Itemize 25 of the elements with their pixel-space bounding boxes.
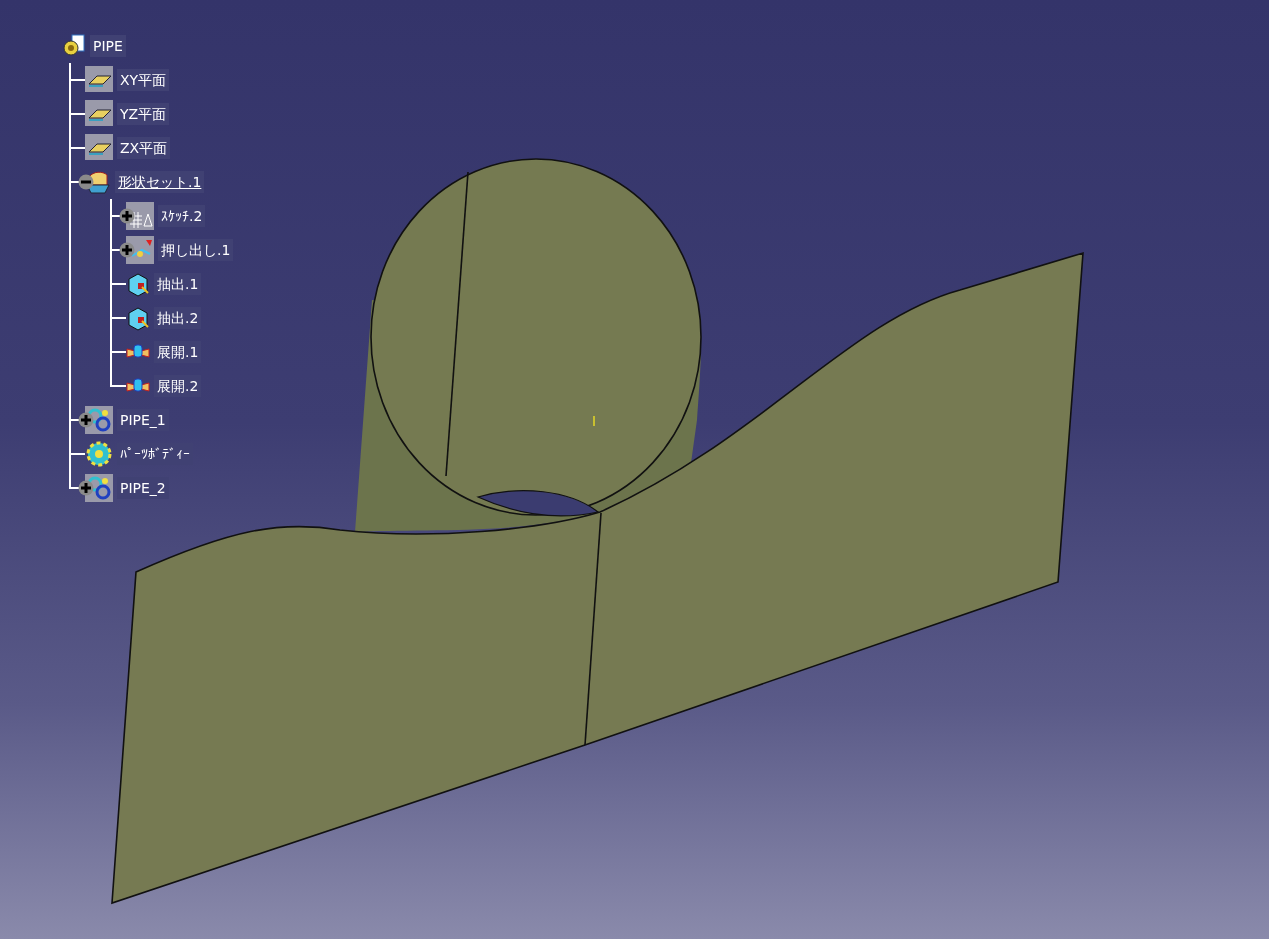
tree-item[interactable]: ZX平面: [117, 137, 171, 159]
tree-item[interactable]: 抽出.1: [154, 273, 202, 295]
cube-icon: [126, 305, 150, 331]
tree-item[interactable]: XY平面: [117, 69, 170, 91]
expand-icon[interactable]: [78, 480, 94, 496]
expand-icon[interactable]: [119, 208, 135, 224]
tree-item[interactable]: 展開.1: [154, 341, 202, 363]
tree-item[interactable]: 抽出.2: [154, 307, 202, 329]
tree-item[interactable]: PIPE_2: [117, 477, 169, 499]
expand-icon[interactable]: [119, 242, 135, 258]
tree-item[interactable]: 展開.2: [154, 375, 202, 397]
plane-icon: [85, 134, 113, 162]
tree-item[interactable]: YZ平面: [117, 103, 170, 125]
expand-icon[interactable]: [78, 412, 94, 428]
gear-icon: [85, 440, 113, 468]
gear-document-icon: [62, 34, 86, 58]
plane-icon: [85, 100, 113, 128]
tree-item[interactable]: ｽｹｯﾁ.2: [158, 205, 206, 227]
tree-item[interactable]: 押し出し.1: [158, 239, 234, 261]
plane-icon: [85, 66, 113, 94]
tree-item[interactable]: PIPE_1: [117, 409, 169, 431]
cube-icon: [126, 271, 150, 297]
tree-item[interactable]: 形状セット.1: [115, 171, 205, 193]
collapse-icon[interactable]: [78, 174, 94, 190]
tree-item[interactable]: PIPE: [90, 35, 126, 57]
